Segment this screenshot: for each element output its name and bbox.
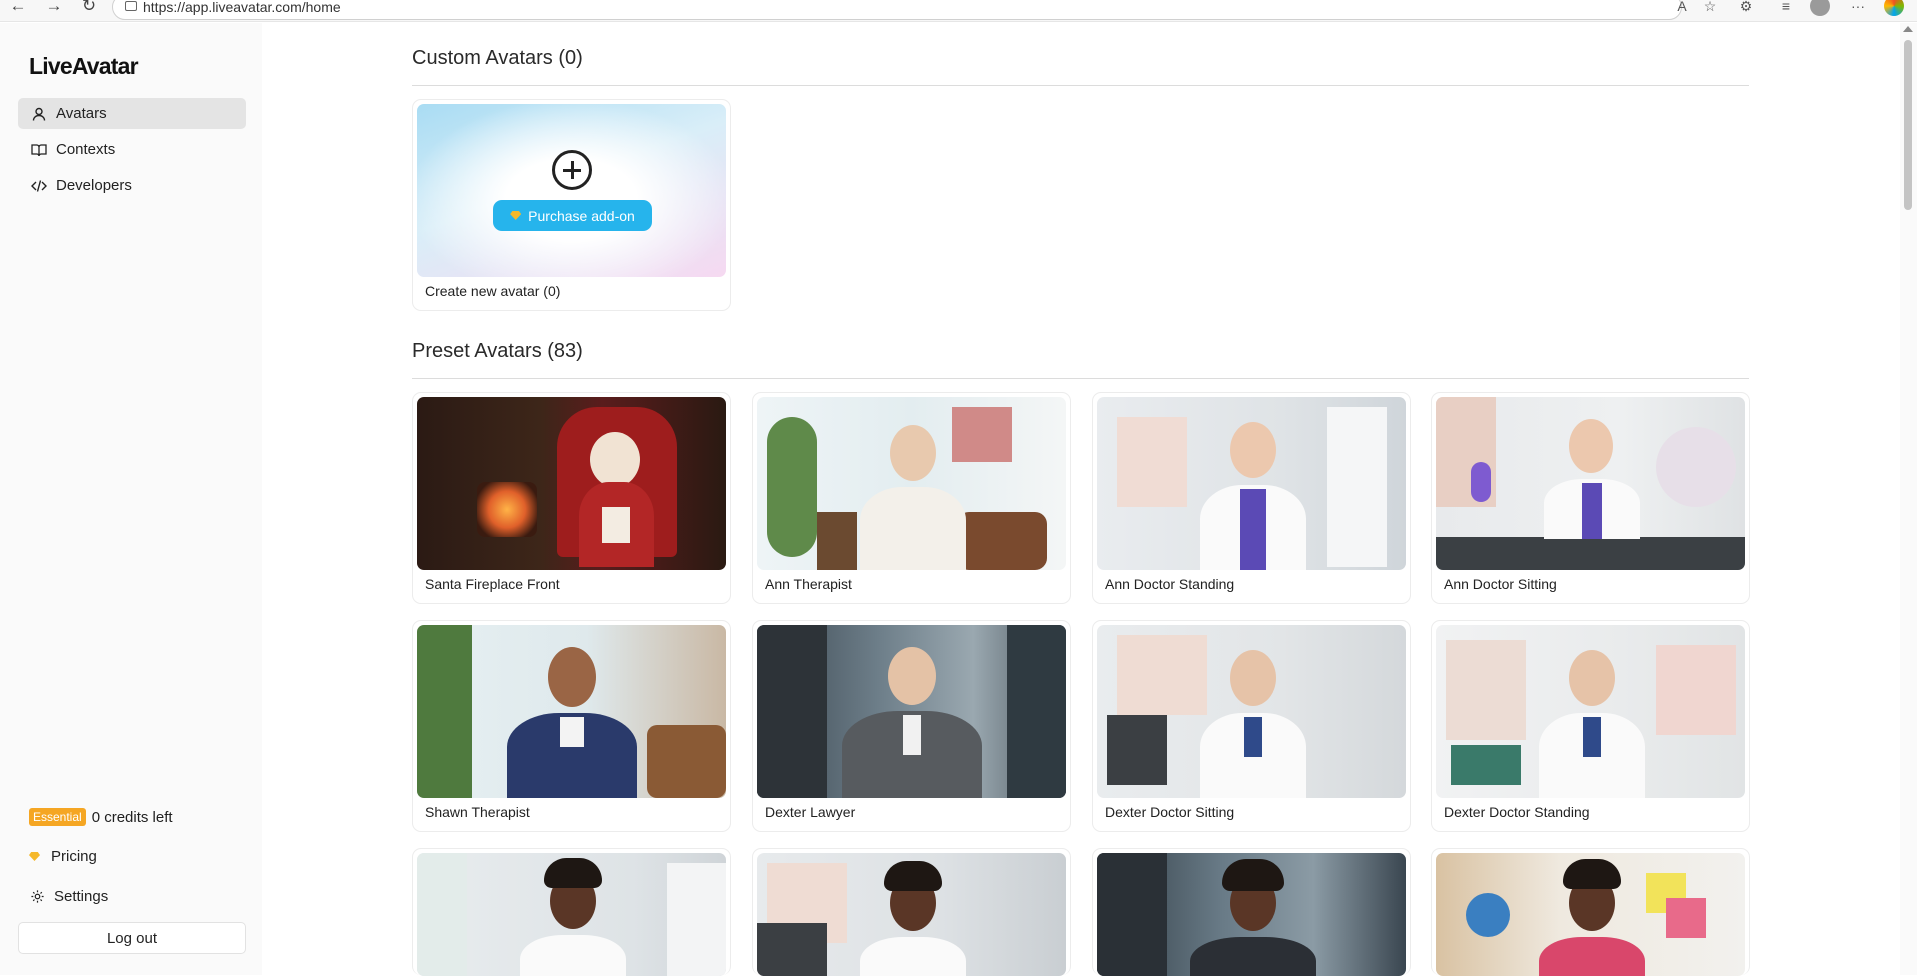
read-aloud-icon[interactable]: A xyxy=(1672,0,1692,16)
avatar-thumbnail xyxy=(1436,853,1745,976)
book-icon xyxy=(31,142,47,158)
favorites-icon[interactable]: ≡ xyxy=(1776,0,1796,16)
diamond-icon xyxy=(510,211,522,220)
forward-icon[interactable]: → xyxy=(42,0,66,16)
avatar-thumbnail xyxy=(417,625,726,798)
avatar-name: Santa Fireplace Front xyxy=(425,576,560,592)
settings-link[interactable]: Settings xyxy=(29,888,108,905)
avatar-thumbnail xyxy=(417,853,726,976)
avatar-card[interactable]: Ann Doctor Standing xyxy=(1092,392,1411,604)
pricing-link[interactable]: Pricing xyxy=(29,848,97,865)
avatar-card[interactable]: Dexter Doctor Standing xyxy=(1431,620,1750,832)
gear-icon xyxy=(29,889,45,905)
avatar-thumbnail xyxy=(1436,625,1745,798)
avatar-card[interactable] xyxy=(412,848,731,976)
preset-avatars-title: Preset Avatars (83) xyxy=(412,340,583,362)
nav-item-developers[interactable]: Developers xyxy=(18,170,246,201)
nav-item-label: Contexts xyxy=(56,141,116,158)
extensions-icon[interactable]: ⚙ xyxy=(1736,0,1756,16)
avatar-card[interactable]: Shawn Therapist xyxy=(412,620,731,832)
user-icon xyxy=(31,106,47,122)
avatar-name: Dexter Doctor Sitting xyxy=(1105,804,1235,820)
nav-item-label: Avatars xyxy=(56,105,107,122)
copilot-icon[interactable] xyxy=(1884,0,1904,16)
custom-avatars-title: Custom Avatars (0) xyxy=(412,47,583,69)
avatar-card[interactable]: Ann Doctor Sitting xyxy=(1431,392,1750,604)
avatar-name: Ann Doctor Standing xyxy=(1105,576,1235,592)
nav-item-contexts[interactable]: Contexts xyxy=(18,134,246,165)
logout-button[interactable]: Log out xyxy=(18,922,246,954)
avatar-card[interactable] xyxy=(752,848,1071,976)
avatar-card[interactable]: Ann Therapist xyxy=(752,392,1071,604)
avatar-thumbnail xyxy=(757,853,1066,976)
avatar-card[interactable]: Santa Fireplace Front xyxy=(412,392,731,604)
browser-toolbar: ← → ↻ https://app.liveavatar.com/home A … xyxy=(0,0,1917,22)
create-avatar-card[interactable]: Purchase add-on Create new avatar (0) xyxy=(412,99,731,311)
avatar-card[interactable]: Dexter Doctor Sitting xyxy=(1092,620,1411,832)
favorite-star-icon[interactable]: ☆ xyxy=(1700,0,1720,16)
avatar-card[interactable] xyxy=(1431,848,1750,976)
more-menu-icon[interactable]: ··· xyxy=(1848,0,1868,16)
pricing-label: Pricing xyxy=(51,848,97,865)
back-icon[interactable]: ← xyxy=(6,0,30,16)
credits-text: 0 credits left xyxy=(91,808,173,826)
create-avatar-thumbnail: Purchase add-on xyxy=(417,104,726,277)
app-logo[interactable]: LiveAvatar xyxy=(29,53,139,80)
avatar-name: Dexter Lawyer xyxy=(765,804,856,820)
sidebar: LiveAvatar Avatars Contexts Developers E… xyxy=(0,23,262,975)
avatar-thumbnail xyxy=(417,397,726,570)
avatar-name: Ann Doctor Sitting xyxy=(1444,576,1557,592)
scroll-up-icon[interactable] xyxy=(1903,26,1913,32)
credits-row: Essential 0 credits left xyxy=(29,808,173,826)
scrollbar-thumb[interactable] xyxy=(1904,40,1912,210)
avatar-thumbnail xyxy=(1097,853,1406,976)
profile-avatar-icon[interactable] xyxy=(1810,0,1830,16)
avatar-thumbnail xyxy=(1097,397,1406,570)
avatar-thumbnail xyxy=(1436,397,1745,570)
section-divider xyxy=(412,85,1749,86)
address-url: https://app.liveavatar.com/home xyxy=(143,0,341,15)
plan-badge: Essential xyxy=(29,808,86,826)
create-avatar-label: Create new avatar (0) xyxy=(425,283,561,299)
avatar-name: Ann Therapist xyxy=(765,576,852,592)
site-info-icon[interactable] xyxy=(125,1,137,11)
avatar-name: Dexter Doctor Standing xyxy=(1444,804,1590,820)
avatar-thumbnail xyxy=(757,625,1066,798)
avatar-card[interactable] xyxy=(1092,848,1411,976)
avatar-thumbnail xyxy=(1097,625,1406,798)
refresh-icon[interactable]: ↻ xyxy=(77,0,101,16)
diamond-icon xyxy=(29,852,40,861)
address-bar[interactable]: https://app.liveavatar.com/home xyxy=(112,0,1682,20)
avatar-name: Shawn Therapist xyxy=(425,804,530,820)
purchase-label: Purchase add-on xyxy=(528,207,635,224)
settings-label: Settings xyxy=(54,888,109,905)
avatar-thumbnail xyxy=(757,397,1066,570)
nav-item-avatars[interactable]: Avatars xyxy=(18,98,246,129)
nav-item-label: Developers xyxy=(56,177,132,194)
section-divider xyxy=(412,378,1749,379)
avatar-card[interactable]: Dexter Lawyer xyxy=(752,620,1071,832)
code-icon xyxy=(31,178,47,194)
purchase-addon-button[interactable]: Purchase add-on xyxy=(493,200,652,231)
plus-circle-icon[interactable] xyxy=(552,150,592,190)
